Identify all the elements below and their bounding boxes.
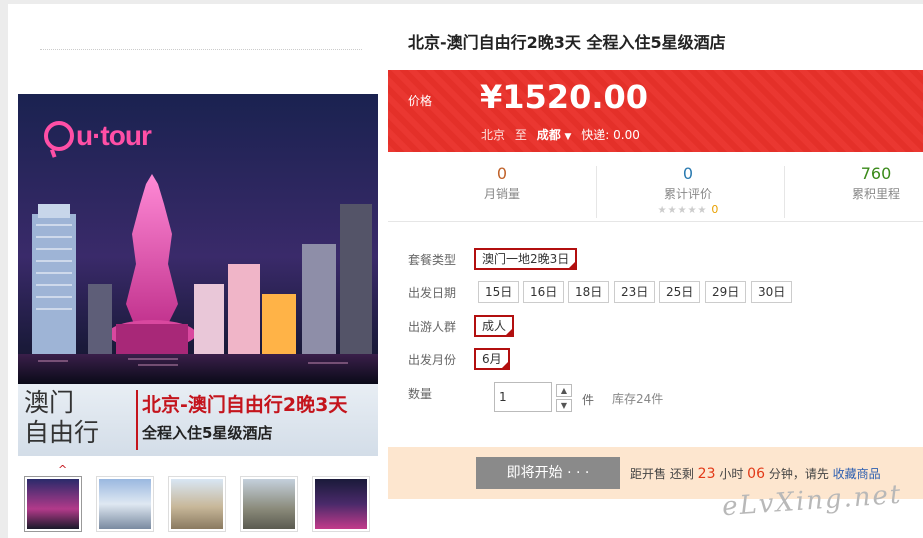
divider (40, 49, 362, 50)
coming-soon-button[interactable]: 即将开始 · · · (476, 457, 620, 489)
traveler-option-selected[interactable]: 成人 (474, 315, 515, 337)
banner-subtitle: 全程入住5星级酒店 (142, 424, 273, 442)
favorite-link[interactable]: 收藏商品 (833, 467, 881, 481)
reviews-label: 累计评价 (663, 187, 712, 201)
hero-banner: 澳门 自由行 北京-澳门自由行2晚3天 全程入住5星级酒店 (18, 384, 378, 456)
to-word: 至 (514, 128, 527, 142)
shipping-line: 北京 至 成都 ▼ 快递: 0.00 (481, 126, 640, 143)
departure-month-label: 出发月份 (408, 353, 457, 367)
departure-date-label: 出发日期 (408, 286, 457, 300)
gallery-panel: u·tour 澳门 自由行 北京-澳门自由行2晚3天 全程入住5星级酒店 ^ (8, 4, 388, 538)
product-info-panel: 北京-澳门自由行2晚3天 全程入住5星级酒店 价格 ¥1520.00 北京 至 … (388, 4, 923, 538)
date-option[interactable]: 23日 (614, 281, 656, 303)
shipping-fee: 快递: 0.00 (581, 128, 640, 142)
price-label: 价格 (408, 94, 433, 108)
countdown-minutes-unit: 分钟，请先 (768, 467, 829, 481)
banner-separator (136, 390, 138, 450)
thumbnail-1[interactable] (24, 476, 82, 532)
countdown-hours-unit: 小时 (719, 467, 744, 481)
departure-month-row: 出发月份 6月 (408, 348, 908, 372)
thumbnail-5[interactable] (312, 476, 370, 532)
date-option[interactable]: 25日 (659, 281, 701, 303)
utour-logo: u·tour (44, 120, 152, 152)
logo-text: u·tour (76, 120, 152, 151)
thumbnail-2[interactable] (96, 476, 154, 532)
thumbnail-4[interactable] (240, 476, 298, 532)
date-option[interactable]: 15日 (478, 281, 520, 303)
product-main-image[interactable]: u·tour 澳门 自由行 北京-澳门自由行2晚3天 全程入住5星级酒店 (18, 94, 378, 456)
traveler-type-row: 出游人群 成人 (408, 315, 908, 339)
from-city: 北京 (481, 128, 506, 142)
month-option-selected[interactable]: 6月 (474, 348, 510, 370)
monthly-sales-value: 0 (496, 164, 508, 183)
date-option[interactable]: 29日 (705, 281, 747, 303)
date-option[interactable]: 30日 (751, 281, 793, 303)
price-box: 价格 ¥1520.00 北京 至 成都 ▼ 快递: 0.00 (388, 70, 923, 152)
monthly-sales-label: 月销量 (483, 187, 520, 201)
increment-icon[interactable]: ▲ (556, 384, 572, 397)
destination-city-select[interactable]: 成都 (537, 128, 561, 142)
divider (596, 166, 597, 218)
countdown-prefix: 距开售 还剩 (630, 467, 694, 481)
logo-ring-icon (44, 121, 74, 151)
thumbnail-strip (24, 476, 374, 534)
quantity-input[interactable] (494, 382, 552, 412)
stats-row: 0 月销量 0 累计评价 ★★★★★ 0 760 累积里程 (388, 152, 923, 222)
banner-line-2: 自由行 (24, 418, 100, 447)
package-type-label: 套餐类型 (408, 253, 457, 267)
decrement-icon[interactable]: ▼ (556, 399, 572, 412)
departure-date-row: 出发日期 15日 16日 18日 23日 25日 29日 30日 (408, 281, 908, 305)
date-option[interactable]: 18日 (568, 281, 610, 303)
points-stat: 760 累积里程 (836, 164, 916, 202)
quantity-unit: 件 (582, 393, 595, 407)
product-title: 北京-澳门自由行2晚3天 全程入住5星级酒店 (408, 33, 726, 52)
quantity-label: 数量 (408, 387, 433, 401)
sale-countdown: 距开售 还剩 23 小时 06 分钟，请先 收藏商品 (630, 465, 881, 482)
stock-text: 库存24件 (612, 392, 664, 406)
macau-skyline-illustration (18, 174, 378, 384)
countdown-minutes: 06 (747, 466, 765, 482)
thumbnail-3[interactable] (168, 476, 226, 532)
reviews-value: 0 (682, 164, 694, 183)
package-option-selected[interactable]: 澳门一地2晚3日 (474, 248, 578, 270)
points-value: 760 (860, 164, 892, 183)
price-value: ¥1520.00 (480, 78, 649, 116)
traveler-type-label: 出游人群 (408, 320, 457, 334)
banner-destination: 澳门 自由行 (24, 388, 132, 448)
banner-title: 北京-澳门自由行2晚3天 (142, 394, 348, 416)
rating-stars-icon: ★★★★★ (657, 205, 708, 216)
chevron-down-icon[interactable]: ▼ (565, 132, 572, 142)
rating-count: 0 (711, 203, 719, 216)
reviews-stat[interactable]: 0 累计评价 ★★★★★ 0 (640, 164, 736, 216)
countdown-hours: 23 (697, 466, 716, 482)
package-type-row: 套餐类型 澳门一地2晚3日 (408, 248, 908, 272)
points-label: 累积里程 (851, 187, 900, 201)
banner-line-1: 澳门 (24, 388, 75, 417)
divider (784, 166, 785, 218)
monthly-sales-stat: 0 月销量 (460, 164, 544, 202)
quantity-row: 数量 ▲ ▼ 件 库存24件 (408, 382, 908, 416)
chevron-up-icon[interactable]: ^ (58, 463, 67, 476)
date-option[interactable]: 16日 (523, 281, 565, 303)
